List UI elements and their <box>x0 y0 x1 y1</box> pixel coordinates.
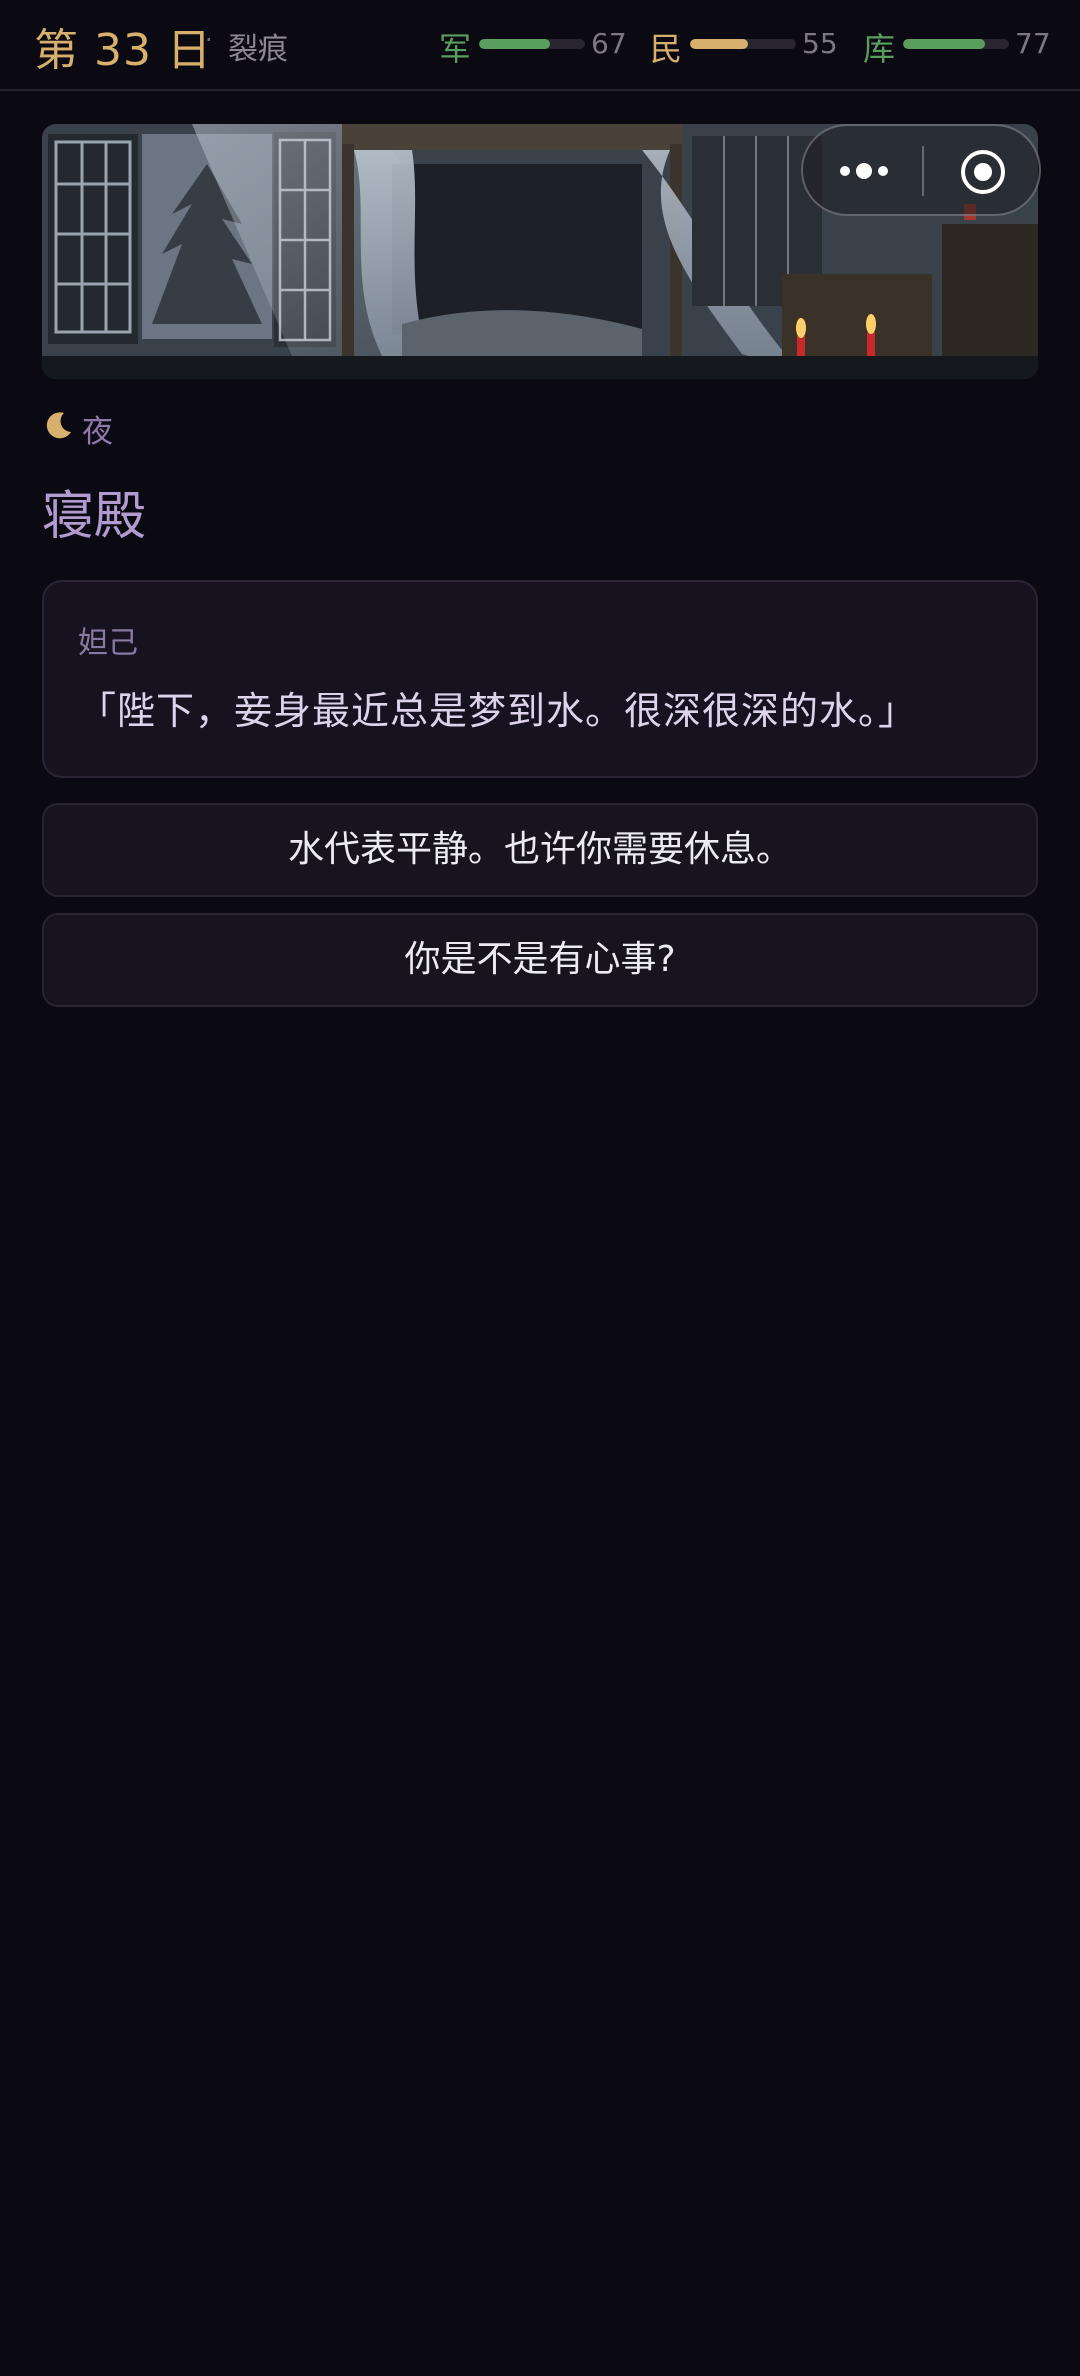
miniprogram-capsule <box>801 124 1041 216</box>
choice-button-2[interactable]: 你是不是有心事? <box>42 913 1038 1007</box>
status-bar: 第 33 日 · 裂痕 军 67 民 55 库 77 <box>0 0 1080 91</box>
moon-icon <box>46 412 71 439</box>
time-label: 夜 <box>82 414 113 450</box>
dialogue-text: 「陛下，妾身最近总是梦到水。很深很深的水。」 <box>78 689 918 733</box>
day-counter: 第 33 日 <box>34 25 212 76</box>
target-icon[interactable] <box>959 148 1007 196</box>
stat-military-bar <box>479 39 585 49</box>
more-dots-icon[interactable] <box>837 160 941 182</box>
stat-people-label: 民 <box>650 30 683 68</box>
location-title: 寝殿 <box>42 487 147 547</box>
capsule-divider <box>922 146 924 196</box>
dialogue-box: 妲己 「陛下，妾身最近总是梦到水。很深很深的水。」 <box>42 580 1038 778</box>
stat-people-bar <box>690 39 796 49</box>
stat-treasury-bar <box>903 39 1009 49</box>
stat-treasury-value: 77 <box>1015 27 1051 60</box>
stat-treasury-label: 库 <box>863 30 896 68</box>
chapter-separator: · <box>205 26 213 54</box>
stat-people-value: 55 <box>802 27 838 60</box>
choice-button-1[interactable]: 水代表平静。也许你需要休息。 <box>42 803 1038 897</box>
stat-military-value: 67 <box>591 27 627 60</box>
chapter-title: 裂痕 <box>228 32 288 67</box>
stat-military-label: 军 <box>439 30 472 68</box>
speaker-name: 妲己 <box>78 626 138 661</box>
